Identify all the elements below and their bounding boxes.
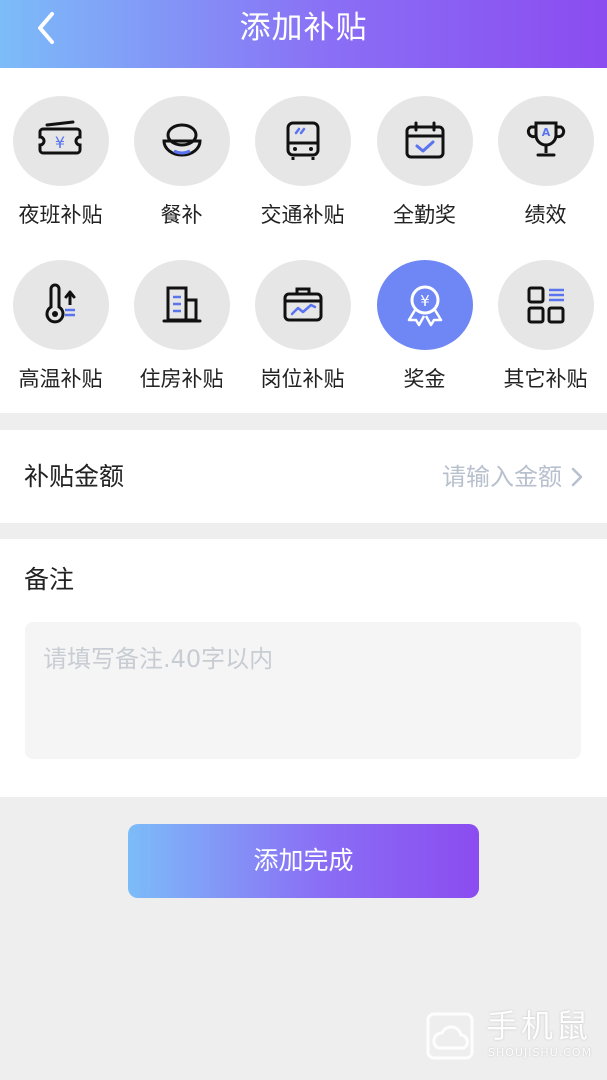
rice-bowl-icon xyxy=(162,123,202,157)
svg-text:¥: ¥ xyxy=(420,292,430,310)
amount-label: 补贴金额 xyxy=(24,462,125,491)
category-high-temperature[interactable]: 高温补贴 xyxy=(0,260,121,420)
category-label: 住房补贴 xyxy=(139,367,224,391)
category-other[interactable]: 其它补贴 xyxy=(485,260,606,420)
category-full-attendance[interactable]: 全勤奖 xyxy=(364,96,485,256)
category-night-shift[interactable]: ¥ 夜班补贴 xyxy=(0,96,121,256)
watermark-logo-icon xyxy=(426,1012,474,1060)
category-label: 岗位补贴 xyxy=(260,367,345,391)
category-icon-bg-selected: ¥ xyxy=(377,260,473,350)
amount-row[interactable]: 补贴金额 请输入金额 xyxy=(0,430,607,523)
category-label: 餐补 xyxy=(160,203,203,227)
category-meal[interactable]: 餐补 xyxy=(121,96,242,256)
briefcase-chart-icon xyxy=(283,287,323,322)
category-label: 奖金 xyxy=(403,367,446,391)
category-housing[interactable]: 住房补贴 xyxy=(121,260,242,420)
category-icon-bg xyxy=(255,96,351,186)
category-icon-bg xyxy=(255,260,351,350)
trophy-icon: A xyxy=(526,121,566,157)
calendar-check-icon xyxy=(405,121,445,159)
submit-button[interactable]: 添加完成 xyxy=(128,824,479,898)
watermark-subtext: SHOUJISHU.COM xyxy=(488,1046,593,1059)
category-performance[interactable]: A 绩效 xyxy=(485,96,606,256)
chevron-right-icon xyxy=(571,467,583,487)
category-icon-bg xyxy=(134,260,230,350)
thermometer-icon xyxy=(45,283,76,324)
medal-yuan-icon: ¥ xyxy=(407,285,443,327)
page-title: 添加补贴 xyxy=(239,10,368,46)
grid-list-icon xyxy=(527,286,565,324)
category-label: 绩效 xyxy=(524,203,567,227)
category-icon-bg xyxy=(13,260,109,350)
watermark: 手机鼠 SHOUJISHU.COM xyxy=(424,1008,594,1064)
category-label: 全勤奖 xyxy=(393,203,456,227)
remark-section: 备注 请填写备注.40字以内 xyxy=(0,539,607,797)
category-icon-bg xyxy=(377,96,473,186)
amount-input[interactable]: 请输入金额 xyxy=(442,460,562,494)
remark-label: 备注 xyxy=(24,565,75,594)
category-position[interactable]: 岗位补贴 xyxy=(242,260,363,420)
category-icon-bg: ¥ xyxy=(13,96,109,186)
ticket-yuan-icon: ¥ xyxy=(38,120,82,155)
building-icon xyxy=(162,286,202,323)
svg-text:A: A xyxy=(542,126,551,139)
bus-icon xyxy=(286,121,320,160)
remark-placeholder: 请填写备注.40字以内 xyxy=(43,645,274,673)
category-grid: ¥ 夜班补贴 餐补 交通补贴 全勤奖 A 绩效 高温补贴 住房补贴 岗位补贴 ¥… xyxy=(0,68,607,413)
header-bar: 添加补贴 xyxy=(0,0,607,68)
category-label: 高温补贴 xyxy=(18,367,103,391)
category-icon-bg xyxy=(498,260,594,350)
category-label: 夜班补贴 xyxy=(18,203,103,227)
remark-textarea[interactable]: 请填写备注.40字以内 xyxy=(25,622,581,759)
category-icon-bg xyxy=(134,96,230,186)
category-transport[interactable]: 交通补贴 xyxy=(242,96,363,256)
category-bonus[interactable]: ¥ 奖金 xyxy=(364,260,485,420)
category-label: 其它补贴 xyxy=(503,367,588,391)
category-label: 交通补贴 xyxy=(260,203,345,227)
category-icon-bg: A xyxy=(498,96,594,186)
svg-text:¥: ¥ xyxy=(55,133,65,152)
watermark-text: 手机鼠 xyxy=(486,1007,592,1045)
